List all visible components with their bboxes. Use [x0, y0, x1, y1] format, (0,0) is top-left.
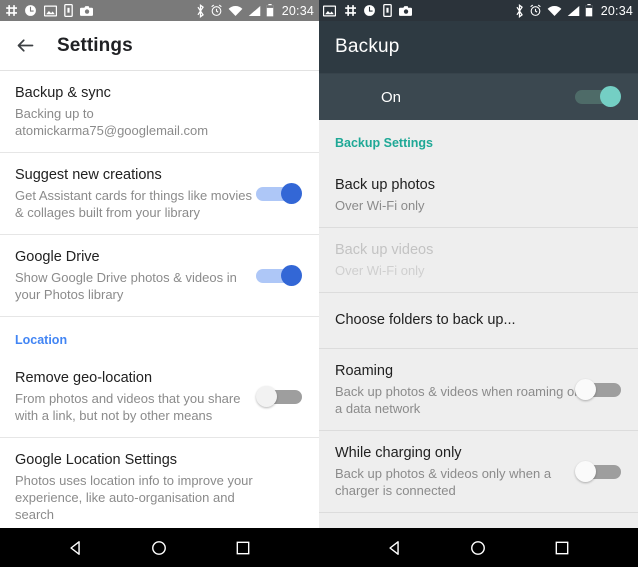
bluetooth-icon — [516, 3, 523, 18]
bluetooth-icon — [197, 3, 204, 18]
back-triangle-icon[interactable] — [63, 535, 89, 561]
page-title: Backup — [335, 36, 400, 57]
status-bar-system-icons: 20:34 — [196, 3, 314, 18]
list-item-choose-folders[interactable]: Choose folders to back up... — [319, 293, 638, 349]
left-app-bar: Settings — [0, 21, 319, 71]
toggle-thumb — [281, 182, 302, 204]
list-item-backup-sync[interactable]: Backup & sync Backing up to atomickarma7… — [0, 71, 319, 153]
row-title: Backup & sync — [15, 85, 111, 101]
signal-icon — [248, 5, 260, 16]
battery-icon — [266, 4, 273, 17]
row-title: Choose folders to back up... — [335, 312, 516, 328]
toggle-thumb — [256, 385, 277, 407]
toggle-backup-master[interactable] — [575, 86, 621, 108]
image-icon — [44, 4, 57, 17]
list-item-while-charging-only[interactable]: While charging only Back up photos & vid… — [319, 431, 638, 513]
toggle-thumb — [575, 378, 596, 400]
backup-master-switch-row[interactable]: On — [319, 73, 638, 120]
nav-buttons-right — [319, 528, 638, 567]
row-subtitle: Back up photos & videos when roaming on … — [335, 384, 582, 416]
clock-icon — [364, 5, 375, 16]
status-bar-right: 20:34 — [319, 0, 638, 21]
toggle-roaming[interactable] — [575, 378, 621, 401]
signal-icon — [567, 5, 579, 16]
status-bar-clock: 20:34 — [281, 3, 314, 18]
android-navigation-bar — [0, 528, 638, 567]
list-item-roaming[interactable]: Roaming Back up photos & videos when roa… — [319, 349, 638, 431]
camera-icon — [399, 5, 412, 16]
section-header-backup-settings: Backup Settings — [319, 120, 638, 163]
right-app-bar: Backup — [319, 21, 638, 73]
status-bar-notification-icons — [4, 4, 93, 17]
list-item-back-up-photos[interactable]: Back up photos Over Wi-Fi only — [319, 163, 638, 228]
row-subtitle: Backing up to atomickarma75@googlemail.c… — [15, 106, 209, 138]
row-title: Back up photos — [335, 177, 435, 193]
list-item-remove-geo-location[interactable]: Remove geo-location From photos and vide… — [0, 356, 319, 438]
arrow-back-icon[interactable] — [15, 35, 36, 56]
row-subtitle: Photos uses location info to improve you… — [15, 473, 253, 522]
toggle-suggest-new-creations[interactable] — [256, 182, 302, 205]
recents-square-icon[interactable] — [230, 535, 256, 561]
wifi-icon — [228, 5, 243, 16]
image-icon — [323, 4, 336, 17]
status-bar-clock: 20:34 — [600, 3, 633, 18]
toggle-remove-geo-location[interactable] — [256, 385, 302, 408]
row-title: Google Location Settings — [15, 452, 178, 468]
status-bar-system-icons: 20:34 — [515, 3, 633, 18]
toggle-thumb — [281, 264, 302, 286]
back-triangle-icon[interactable] — [382, 535, 408, 561]
status-bar-notification-icons — [323, 4, 412, 17]
right-panel-backup: 20:34 Backup On Backup Settings Back up … — [319, 0, 638, 567]
list-item-back-up-videos: Back up videos Over Wi-Fi only — [319, 228, 638, 293]
list-item-suggest-new-creations[interactable]: Suggest new creations Get Assistant card… — [0, 153, 319, 235]
row-subtitle: From photos and videos that you share wi… — [15, 391, 241, 423]
section-header-location: Location — [0, 317, 319, 356]
device-icon — [383, 4, 392, 17]
nav-buttons-left — [0, 528, 319, 567]
backup-master-switch-label: On — [381, 88, 402, 106]
alarm-icon — [211, 4, 222, 16]
toggle-thumb — [600, 86, 621, 107]
status-bar-left: 20:34 — [0, 0, 319, 21]
device-icon — [64, 4, 73, 17]
toggle-while-charging-only[interactable] — [575, 460, 621, 483]
wifi-icon — [547, 5, 562, 16]
row-subtitle: Over Wi-Fi only — [335, 263, 425, 278]
puzzle-icon — [6, 5, 17, 16]
left-panel-settings: 20:34 Settings Backup & sync Backing up … — [0, 0, 319, 567]
toggle-google-drive[interactable] — [256, 264, 302, 287]
puzzle-icon — [345, 5, 356, 16]
row-subtitle: Show Google Drive photos & videos in you… — [15, 270, 237, 302]
list-item-google-drive[interactable]: Google Drive Show Google Drive photos & … — [0, 235, 319, 317]
alarm-icon — [530, 4, 541, 16]
toggle-thumb — [575, 460, 596, 482]
clock-icon — [25, 5, 36, 16]
recents-square-icon[interactable] — [549, 535, 575, 561]
home-circle-icon[interactable] — [146, 535, 172, 561]
list-item-google-location-settings[interactable]: Google Location Settings Photos uses loc… — [0, 438, 319, 537]
page-title: Settings — [57, 34, 133, 56]
row-subtitle: Over Wi-Fi only — [335, 198, 425, 213]
row-title: Back up videos — [335, 242, 434, 258]
row-subtitle: Back up photos & videos only when a char… — [335, 466, 552, 498]
battery-icon — [585, 4, 592, 17]
dual-screenshot-container: 20:34 Settings Backup & sync Backing up … — [0, 0, 638, 567]
home-circle-icon[interactable] — [465, 535, 491, 561]
row-subtitle: Get Assistant cards for things like movi… — [15, 188, 252, 220]
camera-icon — [80, 5, 93, 16]
